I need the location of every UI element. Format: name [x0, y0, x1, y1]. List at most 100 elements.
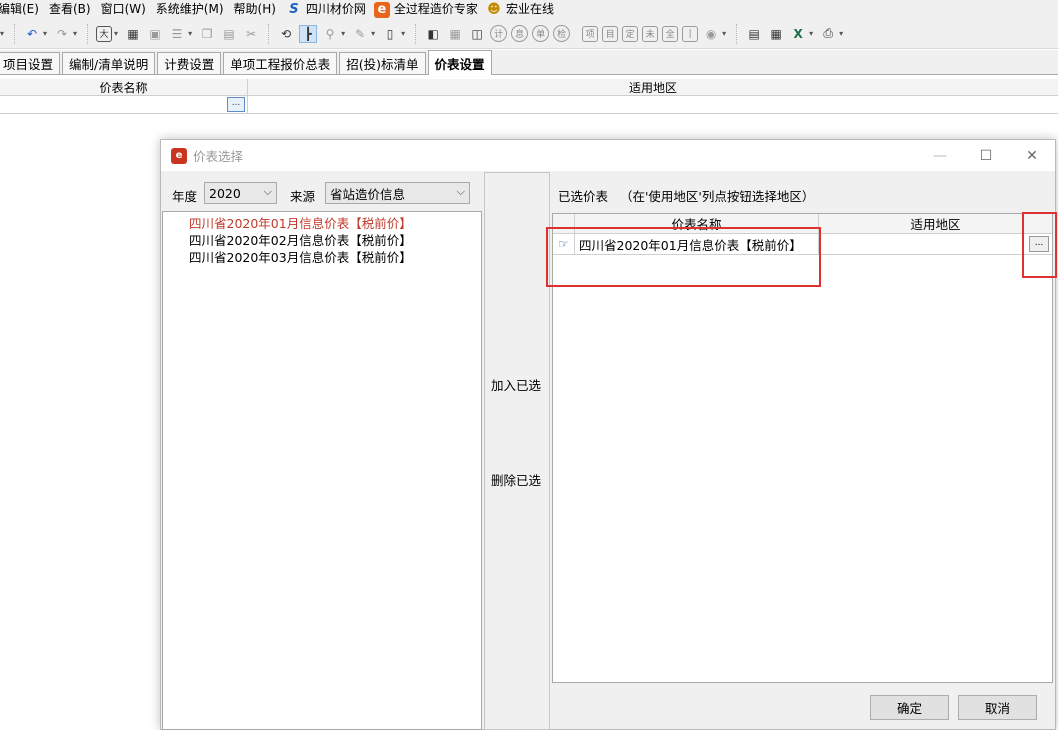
toolbar-separator	[736, 23, 738, 44]
grid-icon[interactable]: ▣	[146, 25, 164, 43]
column-icon[interactable]: |	[682, 25, 699, 42]
unit-icon[interactable]: 单	[532, 25, 550, 42]
menu-edit[interactable]: 编辑(E)	[0, 0, 45, 19]
tree-view-icon[interactable]: ┣	[299, 24, 318, 43]
ok-button[interactable]: 确定	[870, 695, 949, 720]
year-label: 年度	[172, 189, 198, 204]
tab-compile-list-notes[interactable]: 编制/清单说明	[62, 52, 156, 74]
print-dropdown-icon[interactable]: ▾	[839, 29, 843, 38]
selected-tables-hint: （在'使用地区'列点按钮选择地区）	[620, 189, 815, 204]
column-header-region[interactable]: 适用地区	[819, 214, 1052, 233]
save-icon[interactable]: ▦	[124, 25, 142, 43]
list-dropdown-icon[interactable]: ▾	[188, 29, 192, 38]
eye-icon[interactable]: ◉	[702, 25, 720, 43]
menu-window[interactable]: 窗口(W)	[101, 0, 152, 19]
menu-system-maintenance[interactable]: 系统维护(M)	[156, 0, 230, 19]
add-selected-button[interactable]: 加入已选	[491, 375, 541, 394]
menu-view[interactable]: 查看(B)	[49, 0, 97, 19]
large-text-dropdown-icon[interactable]: ▾	[114, 29, 118, 38]
item-icon[interactable]: 项	[582, 25, 599, 42]
main-grid-header: 价表名称 适用地区	[0, 79, 1058, 96]
list-item[interactable]: 四川省2020年02月信息价表【税前价】	[163, 232, 481, 249]
link-sichuan-price-net-label: 四川材价网	[305, 2, 366, 16]
transfer-buttons-panel: 加入已选 删除已选	[484, 172, 550, 730]
tab-price-table-settings[interactable]: 价表设置	[427, 50, 492, 75]
toolbar: ▾ ↶ ▾ ↷ ▾ 大 ▾ ▦ ▣ ☰ ▾ ❐ ▤ ✂ ⟲ ┣ ⚲ ▾ ✎ ▾ ▯ ▾ ◧ ▦…	[0, 19, 1058, 49]
eye-dropdown-icon[interactable]: ▾	[722, 29, 726, 38]
maximize-icon[interactable]: ☐	[963, 140, 1009, 171]
redo-dropdown-icon[interactable]: ▾	[73, 29, 77, 38]
main-grid-region-cell[interactable]	[248, 96, 1058, 113]
tab-fee-settings[interactable]: 计费设置	[157, 52, 222, 74]
toolbar-separator	[415, 23, 417, 44]
all-icon[interactable]: 全	[662, 25, 679, 42]
list-item[interactable]: 四川省2020年01月信息价表【税前价】	[163, 215, 481, 232]
document-dropdown-icon[interactable]: ▾	[401, 29, 405, 38]
column-header-price-table-name[interactable]: 价表名称	[0, 79, 248, 95]
excel-dropdown-icon[interactable]: ▾	[809, 29, 813, 38]
undo-icon[interactable]: ↶	[23, 25, 41, 43]
chevron-down-icon: ⌵	[456, 185, 465, 198]
link-hongye-online[interactable]: ☻ 宏业在线	[486, 0, 554, 19]
panel-grid-icon[interactable]: ▦	[446, 25, 464, 43]
target-icon[interactable]: 目	[602, 25, 619, 42]
tab-single-project-summary[interactable]: 单项工程报价总表	[223, 52, 338, 74]
toolbar-separator	[268, 23, 270, 44]
check-icon[interactable]: 检	[553, 25, 571, 42]
sichuan-s-logo-icon: S	[289, 2, 299, 17]
fixed-icon[interactable]: 定	[622, 25, 639, 42]
column-header-region[interactable]: 适用地区	[248, 79, 1058, 95]
redo-icon[interactable]: ↷	[53, 25, 71, 43]
link-sichuan-price-net[interactable]: S 四川材价网	[286, 0, 366, 19]
panel-split-icon[interactable]: ◫	[468, 25, 486, 43]
undo-dropdown-icon[interactable]: ▾	[43, 29, 47, 38]
available-price-table-list: 四川省2020年01月信息价表【税前价】 四川省2020年02月信息价表【税前价…	[162, 211, 482, 730]
remove-selected-button[interactable]: 删除已选	[491, 470, 541, 489]
paste-icon[interactable]: ▤	[220, 25, 238, 43]
highlight-box-table-name	[546, 227, 821, 287]
cancel-button[interactable]: 取消	[958, 695, 1037, 720]
copy-icon[interactable]: ❐	[198, 25, 216, 43]
dialog-title: 价表选择	[193, 149, 244, 164]
excel-icon[interactable]: X	[789, 25, 807, 43]
source-select[interactable]: 省站造价信息 ⌵	[325, 182, 470, 204]
main-grid-name-cell[interactable]: ...	[0, 96, 248, 113]
info-icon[interactable]: 息	[511, 25, 529, 42]
toolbar-separator	[87, 23, 89, 44]
calculator-icon[interactable]: ▤	[745, 25, 763, 43]
main-grid-row[interactable]: ...	[0, 96, 1058, 114]
minimize-icon[interactable]: —	[917, 140, 963, 171]
calc-icon[interactable]: 计	[490, 25, 508, 42]
close-icon[interactable]: ✕	[1009, 140, 1055, 171]
lock-dropdown-icon[interactable]: ▾	[341, 29, 345, 38]
refresh-icon[interactable]: ⟲	[277, 25, 295, 43]
cut-icon[interactable]: ✂	[242, 25, 260, 43]
chevron-down-icon: ⌵	[263, 185, 272, 198]
large-text-icon[interactable]: 大	[96, 25, 113, 42]
tab-bid-list[interactable]: 招(投)标清单	[339, 52, 426, 74]
year-select-value: 2020	[209, 185, 241, 201]
edit-dropdown-icon[interactable]: ▾	[371, 29, 375, 38]
toolbar-overflow-arrow-icon[interactable]: ▾	[0, 29, 4, 38]
menu-help[interactable]: 帮助(H)	[234, 0, 282, 19]
link-hongye-online-label: 宏业在线	[505, 2, 554, 16]
panel-left-icon[interactable]: ◧	[424, 25, 442, 43]
lock-icon[interactable]: ⚲	[321, 25, 339, 43]
selected-table-region-cell[interactable]: ...	[819, 234, 1052, 255]
app-logo-icon: e	[171, 147, 187, 164]
dialog-titlebar: e 价表选择 — ☐ ✕	[161, 140, 1055, 171]
document-icon[interactable]: ▯	[381, 25, 399, 43]
print-icon[interactable]: ⎙	[819, 25, 837, 43]
orange-e-logo-icon: e	[373, 1, 390, 18]
link-full-process-cost-expert[interactable]: e 全过程造价专家	[373, 0, 478, 19]
user-online-icon: ☻	[487, 2, 501, 17]
tab-bar: 项目设置 编制/清单说明 计费设置 单项工程报价总表 招(投)标清单 价表设置	[0, 50, 1058, 75]
edit-icon[interactable]: ✎	[351, 25, 369, 43]
tab-project-settings[interactable]: 项目设置	[0, 52, 61, 74]
year-select[interactable]: 2020 ⌵	[204, 182, 277, 204]
main-grid-ellipsis-button[interactable]: ...	[227, 97, 245, 112]
table-icon[interactable]: ▦	[767, 25, 785, 43]
list-item[interactable]: 四川省2020年03月信息价表【税前价】	[163, 249, 481, 266]
unfixed-icon[interactable]: 未	[642, 25, 659, 42]
list-icon[interactable]: ☰	[168, 25, 186, 43]
